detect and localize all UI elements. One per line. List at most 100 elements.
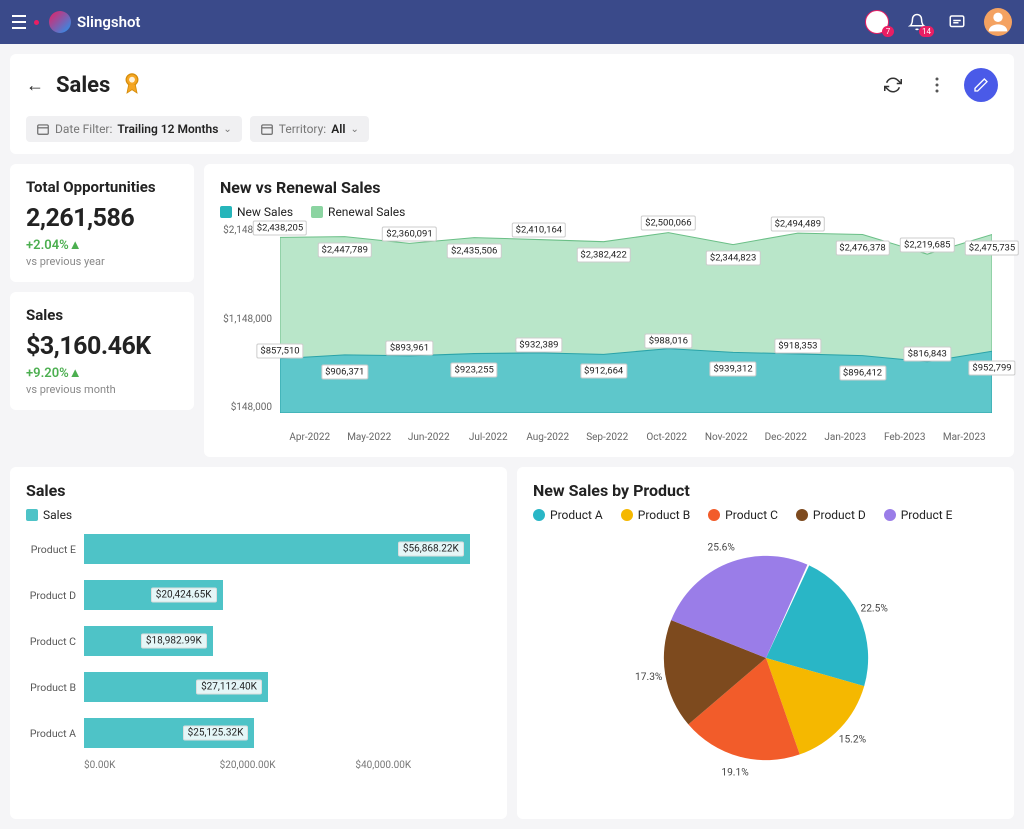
- kpi-value: $3,160.46K: [26, 332, 178, 361]
- ribbon-icon: [122, 71, 142, 100]
- data-label: $988,016: [645, 334, 692, 349]
- pie-legend: Product A Product B Product C Product D Prod…: [533, 508, 998, 522]
- bar-row: Product C $18,982.99K: [26, 622, 491, 660]
- data-label: $952,799: [968, 361, 1015, 376]
- data-label: $2,344,823: [706, 250, 760, 265]
- data-label: $2,475,735: [965, 240, 1019, 255]
- badge-1: 7: [882, 26, 894, 37]
- bar-label: Product B: [26, 681, 84, 694]
- filter-territory[interactable]: Territory: All ⌄: [250, 116, 369, 142]
- svg-text:19.1%: 19.1%: [721, 767, 749, 778]
- data-label: $2,360,091: [382, 226, 436, 241]
- svg-text:25.6%: 25.6%: [707, 543, 735, 554]
- top-bar: Slingshot 7 14: [0, 0, 1024, 44]
- svg-text:22.5%: 22.5%: [860, 603, 888, 614]
- app-name: Slingshot: [77, 13, 140, 31]
- bar-value-label: $27,112.40K: [196, 680, 262, 695]
- filter-territory-label: Territory:: [279, 122, 326, 136]
- bar-value-label: $18,982.99K: [141, 634, 207, 649]
- data-label: $2,476,378: [835, 240, 889, 255]
- page-header: ← Sales Date Filter: Trailing 12 Months …: [10, 54, 1014, 154]
- bar-label: Product A: [26, 727, 84, 740]
- area-legend: New Sales Renewal Sales: [220, 205, 998, 219]
- pie-chart-card[interactable]: New Sales by Product Product AProduct BP…: [517, 467, 1014, 819]
- svg-text:17.3%: 17.3%: [635, 672, 663, 683]
- refresh-button[interactable]: [876, 68, 910, 102]
- chart-title: New Sales by Product: [533, 481, 998, 500]
- data-label: $918,353: [774, 339, 821, 354]
- data-label: $2,382,422: [576, 247, 630, 262]
- menu-icon[interactable]: [12, 15, 39, 29]
- chevron-down-icon: ⌄: [350, 124, 358, 135]
- data-label: $896,412: [839, 365, 886, 380]
- bar-label: Product D: [26, 589, 84, 602]
- legend-label: Renewal Sales: [328, 205, 405, 219]
- filter-date-value: Trailing 12 Months: [117, 122, 218, 136]
- legend-item: Product A: [533, 508, 603, 522]
- back-arrow-icon[interactable]: ←: [26, 75, 44, 96]
- chart-title: New vs Renewal Sales: [220, 178, 998, 197]
- data-label: $906,371: [321, 364, 368, 379]
- data-label: $816,843: [904, 347, 951, 362]
- data-label: $2,219,685: [900, 237, 954, 252]
- bar-value-label: $25,125.32K: [183, 726, 249, 741]
- bar-row: Product E $56,868.22K: [26, 530, 491, 568]
- kpi-change: +9.20%▲: [26, 365, 178, 381]
- pie-chart: 22.5% 15.2% 19.1% 17.3% 25.6%: [533, 528, 998, 788]
- chevron-down-icon: ⌄: [223, 124, 231, 135]
- legend-item: Product E: [884, 508, 953, 522]
- kpi-title: Sales: [26, 306, 178, 324]
- kpi-sub: vs previous month: [26, 383, 178, 396]
- svg-text:15.2%: 15.2%: [838, 734, 866, 745]
- chat-icon[interactable]: [944, 9, 970, 35]
- user-avatar[interactable]: [984, 8, 1012, 36]
- kpi-value: 2,261,586: [26, 204, 178, 233]
- data-label: $923,255: [451, 363, 498, 378]
- data-label: $2,494,489: [771, 216, 825, 231]
- bell-icon[interactable]: 14: [904, 9, 930, 35]
- bar-row: Product A $25,125.32K: [26, 714, 491, 752]
- logo-mark-icon: [49, 11, 71, 33]
- bar-label: Product E: [26, 543, 84, 556]
- page-title: Sales: [56, 73, 110, 98]
- badge-2: 14: [919, 26, 934, 37]
- legend-item: Product B: [621, 508, 690, 522]
- filter-territory-value: All: [331, 122, 345, 136]
- bar-value-label: $56,868.22K: [398, 542, 464, 557]
- data-label: $2,500,066: [641, 216, 695, 231]
- kpi-sub: vs previous year: [26, 255, 178, 268]
- app-logo[interactable]: Slingshot: [49, 11, 140, 33]
- legend-label: Sales: [43, 508, 72, 522]
- data-label: $932,389: [515, 338, 562, 353]
- profile-indicator-icon[interactable]: 7: [864, 9, 890, 35]
- legend-label: New Sales: [237, 205, 293, 219]
- filter-date[interactable]: Date Filter: Trailing 12 Months ⌄: [26, 116, 242, 142]
- data-label: $2,410,164: [512, 223, 566, 238]
- data-label: $2,435,506: [447, 243, 501, 258]
- kpi-change: +2.04%▲: [26, 237, 178, 253]
- bar-row: Product B $27,112.40K: [26, 668, 491, 706]
- legend-item: Product C: [708, 508, 778, 522]
- kpi-opportunities-card[interactable]: Total Opportunities 2,261,586 +2.04%▲ vs…: [10, 164, 194, 282]
- bar-value-label: $20,424.65K: [151, 588, 217, 603]
- data-label: $939,312: [709, 362, 756, 377]
- chart-title: Sales: [26, 481, 491, 500]
- data-label: $857,510: [256, 344, 303, 359]
- filter-date-label: Date Filter:: [55, 122, 112, 136]
- more-menu-button[interactable]: [920, 68, 954, 102]
- data-label: $912,664: [580, 364, 627, 379]
- bar-chart-card[interactable]: Sales Sales Product E$56,868.22KProduct …: [10, 467, 507, 819]
- legend-item: Product D: [796, 508, 866, 522]
- area-chart: $2,148,000$1,148,000$148,000 $2,438,205$…: [220, 225, 998, 443]
- kpi-sales-card[interactable]: Sales $3,160.46K +9.20%▲ vs previous mon…: [10, 292, 194, 410]
- bar-label: Product C: [26, 635, 84, 648]
- calendar-icon: [36, 122, 50, 136]
- data-label: $893,961: [386, 341, 433, 356]
- calendar-icon: [260, 122, 274, 136]
- bar-row: Product D $20,424.65K: [26, 576, 491, 614]
- edit-button[interactable]: [964, 68, 998, 102]
- kpi-title: Total Opportunities: [26, 178, 178, 196]
- area-chart-card[interactable]: New vs Renewal Sales New Sales Renewal S…: [204, 164, 1014, 457]
- bar-chart: Product E $56,868.22K Product D $20,424.65K…: [26, 530, 491, 805]
- data-label: $2,438,205: [253, 221, 307, 236]
